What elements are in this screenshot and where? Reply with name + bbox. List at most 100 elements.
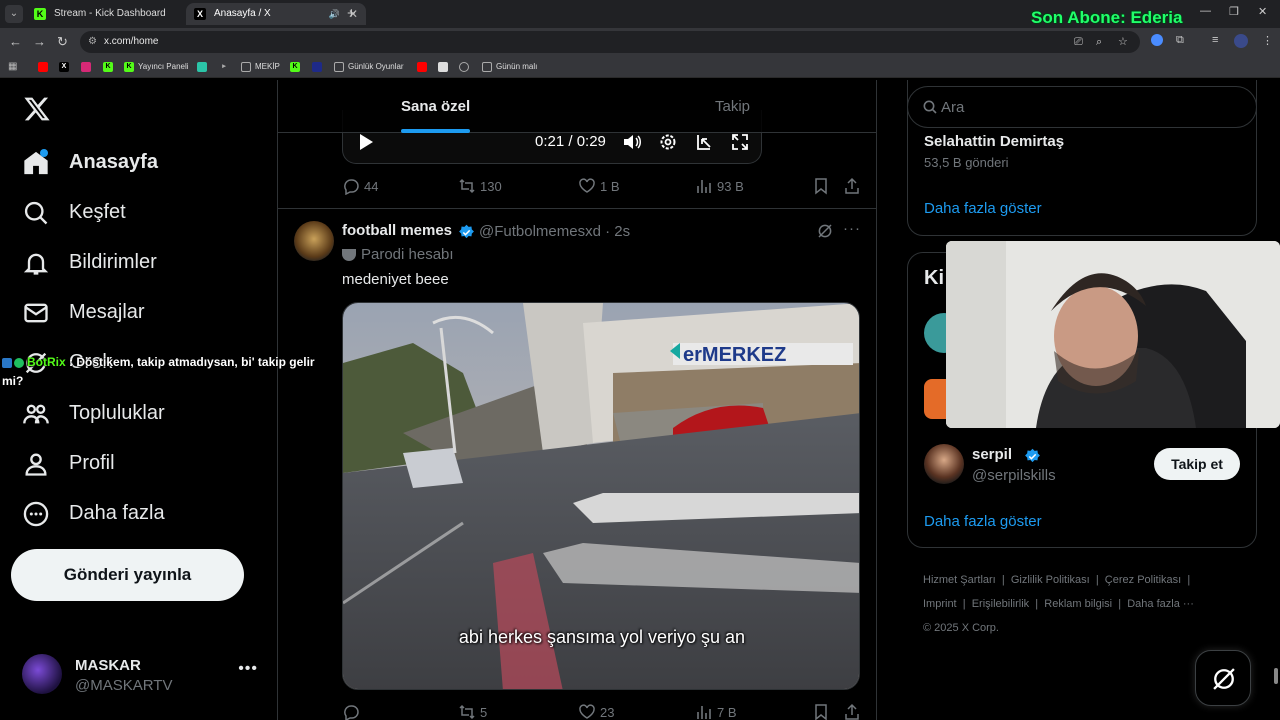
account-switcher[interactable]: MASKAR @MASKARTV ••• xyxy=(22,654,268,696)
bookmark-youtube[interactable] xyxy=(38,59,52,75)
bookmark-kick-2[interactable]: K xyxy=(290,59,304,75)
more-circle-icon xyxy=(23,501,49,527)
bookmark-site[interactable] xyxy=(312,59,326,75)
settings-gear-icon[interactable] xyxy=(658,132,678,152)
left-nav: Anasayfa Keşfet Bildirimler Mesajlar Gro… xyxy=(0,80,278,720)
nav-home[interactable]: Anasayfa xyxy=(22,144,262,184)
url-field[interactable]: ⚙ x.com/home ⎚ ⌕ ☆ xyxy=(80,31,1140,53)
tab-kick-dashboard[interactable]: K Stream - Kick Dashboard ✕ xyxy=(26,3,206,25)
bookmark-x[interactable]: X xyxy=(59,59,73,75)
bookmark-youtube-2[interactable] xyxy=(417,59,431,75)
bookmark-streamer-panel[interactable]: K Yayıncı Paneli xyxy=(124,59,189,75)
back-button[interactable]: ← xyxy=(9,34,22,50)
reply-icon xyxy=(344,179,359,195)
suggestion-name[interactable]: serpil xyxy=(972,446,1012,463)
tweet-time: · 2s xyxy=(605,223,631,240)
reply-icon xyxy=(344,705,359,720)
tweet-author-handle[interactable]: @Futbolmemesxd · 2s xyxy=(479,223,630,240)
footer-link[interactable]: Hizmet Şartları xyxy=(923,574,996,586)
nav-notifications[interactable]: Bildirimler xyxy=(22,244,262,284)
volume-icon[interactable] xyxy=(622,132,642,152)
footer-link[interactable]: Imprint xyxy=(923,598,957,610)
footer-links: Hizmet Şartları | Gizlilik Politikası | … xyxy=(923,574,1194,634)
window-close-button[interactable]: ✕ xyxy=(1258,5,1267,18)
tweet-actions: 5 23 7 B xyxy=(342,703,860,720)
footer-link[interactable]: Erişilebilirlik xyxy=(972,598,1029,610)
bookmark-label: Günün malı xyxy=(496,62,538,71)
grok-button[interactable] xyxy=(1195,650,1251,706)
grok-icon xyxy=(1213,668,1235,690)
tab-for-you[interactable]: Sana özel xyxy=(401,98,470,115)
browser-menu-icon[interactable]: ⋮ xyxy=(1262,34,1273,47)
video-subtitle: abi herkes şansıma yol veriyo şu an xyxy=(458,627,746,647)
post-button[interactable]: Gönderi yayınla xyxy=(11,549,244,601)
youtube-icon xyxy=(38,61,48,72)
install-icon[interactable]: ⎚ xyxy=(1074,31,1083,53)
new-tab-button[interactable]: + xyxy=(347,4,356,24)
avatar[interactable] xyxy=(924,444,964,484)
search-icon xyxy=(24,201,48,225)
scrollbar-thumb[interactable] xyxy=(1274,668,1278,684)
follow-button[interactable]: Takip et xyxy=(1154,448,1240,480)
tab-x-home[interactable]: X Anasayfa / X 🔊 ✕ xyxy=(186,3,366,25)
address-bar: ← → ↻ ⚙ x.com/home ⎚ ⌕ ☆ ⧉ ≡ ⋮ xyxy=(0,28,1280,56)
tab-search-button[interactable]: ⌄ xyxy=(5,5,23,23)
grok-icon[interactable] xyxy=(816,222,834,240)
search-input[interactable]: Ara xyxy=(907,86,1257,128)
play-icon[interactable] xyxy=(357,133,375,151)
nav-messages[interactable]: Mesajlar xyxy=(22,294,262,334)
fullscreen-icon[interactable] xyxy=(730,132,750,152)
tweet-video[interactable]: erMERKEZ abi herkes şansıma yol veriyo ş… xyxy=(342,302,860,690)
apps-icon[interactable]: ▦ xyxy=(8,59,17,75)
site-info-icon[interactable]: ⚙ xyxy=(88,31,97,53)
avatar[interactable] xyxy=(294,221,334,261)
media-control-icon[interactable]: ≡ xyxy=(1212,34,1218,46)
share-icon xyxy=(845,177,859,194)
bookmark-globe[interactable] xyxy=(459,59,473,75)
nav-explore[interactable]: Keşfet xyxy=(22,194,262,234)
star-icon[interactable]: ☆ xyxy=(1118,31,1128,53)
pip-icon[interactable] xyxy=(694,132,714,152)
x-logo-icon[interactable] xyxy=(23,95,51,123)
profile-avatar[interactable] xyxy=(1234,34,1248,48)
zoom-icon[interactable]: ⌕ xyxy=(1096,31,1102,53)
bookmark-deal-of-day[interactable]: Günün malı xyxy=(482,59,537,75)
bookmark-mekip[interactable]: MEKİP xyxy=(241,59,280,75)
notification-dot xyxy=(40,149,48,157)
speaker-icon[interactable]: 🔊 xyxy=(329,3,340,25)
tweet-text: medeniyet beee xyxy=(342,271,449,288)
more-icon[interactable]: ••• xyxy=(238,660,258,678)
forward-button[interactable]: → xyxy=(33,34,46,50)
restore-button[interactable]: ❐ xyxy=(1229,5,1239,18)
extension-icon[interactable] xyxy=(1151,34,1163,46)
nav-more[interactable]: Daha fazla xyxy=(22,495,262,535)
stream-overlay-last-sub: Son Abone: Ederia xyxy=(1031,8,1183,27)
kick-icon: K xyxy=(290,61,300,72)
repost-count: 130 xyxy=(480,179,502,194)
footer-link[interactable]: Daha fazla ··· xyxy=(1127,598,1194,610)
more-icon[interactable]: ··· xyxy=(843,220,861,237)
tweet-author-name[interactable]: football memes xyxy=(342,222,452,239)
bookmark-play[interactable]: ▸ xyxy=(219,59,233,75)
reload-button[interactable]: ↻ xyxy=(57,34,68,50)
bookmark-instagram[interactable] xyxy=(81,59,95,75)
trend-name[interactable]: Selahattin Demirtaş xyxy=(924,133,1064,150)
divider xyxy=(278,208,876,209)
extensions-puzzle-icon[interactable]: ⧉ xyxy=(1176,34,1184,47)
minimize-button[interactable]: — xyxy=(1200,5,1211,17)
suggestion-handle[interactable]: @serpilskills xyxy=(972,467,1056,484)
bookmark-daily-games[interactable]: Günlük Oyunlar xyxy=(334,59,404,75)
nav-communities[interactable]: Topluluklar xyxy=(22,395,262,435)
tab-following[interactable]: Takip xyxy=(715,98,750,115)
show-more-link[interactable]: Daha fazla göster xyxy=(924,200,1042,217)
bookmark-app[interactable] xyxy=(197,59,211,75)
footer-link[interactable]: Reklam bilgisi xyxy=(1044,598,1112,610)
show-more-link[interactable]: Daha fazla göster xyxy=(924,513,1042,530)
nav-profile[interactable]: Profil xyxy=(22,445,262,485)
bookmark-image[interactable] xyxy=(438,59,452,75)
footer-link[interactable]: Çerez Politikası xyxy=(1105,574,1181,586)
parody-text: Parodi hesabı xyxy=(361,246,454,263)
nav-label: Bildirimler xyxy=(69,251,157,273)
footer-link[interactable]: Gizlilik Politikası xyxy=(1011,574,1090,586)
bookmark-kick[interactable]: K xyxy=(103,59,117,75)
